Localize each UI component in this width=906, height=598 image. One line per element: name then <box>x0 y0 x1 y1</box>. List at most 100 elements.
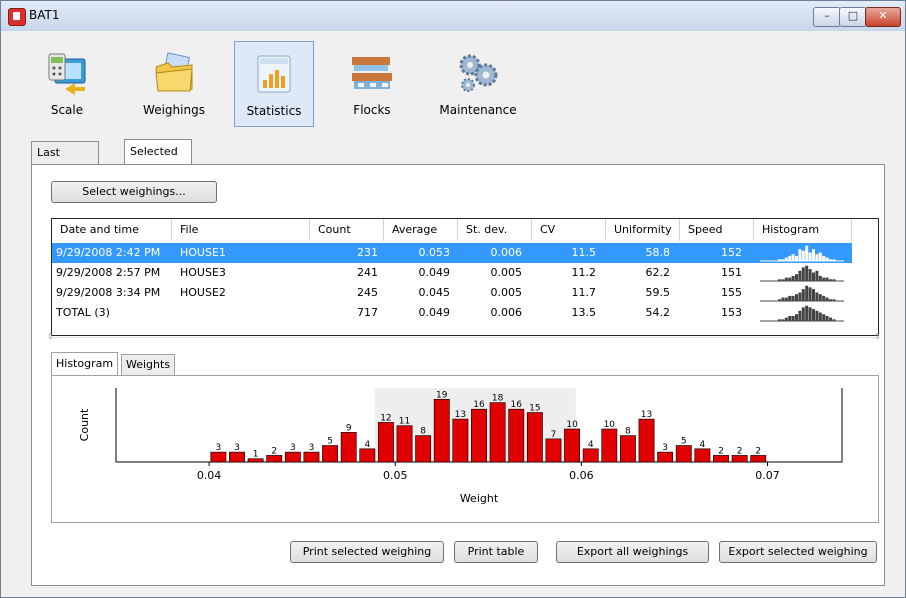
print-table-button[interactable]: Print table <box>454 541 538 563</box>
mini-histogram-bar <box>801 267 805 281</box>
mini-histogram-bar <box>805 285 809 301</box>
splitter-handle[interactable]: ⇕ ⇕ <box>47 332 881 346</box>
maximize-button[interactable]: □ <box>839 7 867 27</box>
mini-histogram-bar <box>829 259 832 261</box>
histogram-bar <box>322 445 339 463</box>
cell-speed: 153 <box>721 306 742 319</box>
bar-value-label: 3 <box>216 443 222 453</box>
flocks-barn-icon <box>352 57 392 89</box>
minimize-button[interactable]: – <box>813 7 841 27</box>
mini-histogram-bar <box>784 277 788 281</box>
x-tick-label: 0.07 <box>755 469 780 482</box>
histogram-bar <box>396 425 413 463</box>
mini-histogram-bar <box>795 294 798 301</box>
tab-selected-weighings[interactable]: Selected weighings <box>124 139 192 182</box>
toolbar-label-statistics: Statistics <box>246 104 302 118</box>
column-header-speed[interactable]: Speed <box>680 219 754 241</box>
table-row[interactable]: 9/29/2008 3:34 PM HOUSE2 245 0.045 0.005 11.7… <box>52 283 852 303</box>
mini-histogram-bar <box>788 255 792 261</box>
toolbar-weighings-button[interactable]: Weighings <box>137 41 211 125</box>
mini-histogram-bar <box>822 277 826 281</box>
mini-histogram-bar <box>805 305 809 321</box>
mini-histogram-bar <box>815 270 819 281</box>
export-all-weighings-button[interactable]: Export all weighings <box>556 541 709 563</box>
mini-histogram-bar <box>822 295 826 301</box>
column-header-file[interactable]: File <box>172 219 310 241</box>
column-header-cv[interactable]: CV <box>532 219 606 241</box>
toolbar-scale-button[interactable]: Scale <box>39 41 95 125</box>
tab-histogram[interactable]: Histogram <box>51 352 119 375</box>
cell-date: 9/29/2008 2:42 PM <box>56 246 161 259</box>
column-header-count[interactable]: Count <box>310 219 384 241</box>
histogram-bar <box>545 438 562 463</box>
cell-count: 231 <box>357 246 378 259</box>
table-row[interactable]: 9/29/2008 2:42 PM HOUSE1 231 0.053 0.006 11.5… <box>52 243 852 263</box>
title-bar[interactable]: BAT1 – □ ✕ <box>1 1 905 31</box>
column-header-stdev[interactable]: St. dev. <box>458 219 532 241</box>
cell-stdev: 0.006 <box>490 246 523 259</box>
bar-value-label: 16 <box>511 400 523 410</box>
toolbar-maintenance-button[interactable]: Maintenance <box>437 41 519 125</box>
cell-cv: 11.2 <box>571 266 597 279</box>
column-header-date[interactable]: Date and time <box>52 219 172 241</box>
column-header-uniformity[interactable]: Uniformity <box>606 219 680 241</box>
toolbar-label-scale: Scale <box>50 103 84 117</box>
mini-histogram-bar <box>791 295 795 301</box>
select-weighings-button[interactable]: Select weighings... <box>51 181 217 203</box>
bar-value-label: 19 <box>436 390 448 400</box>
cell-date: 9/29/2008 3:34 PM <box>56 286 161 299</box>
bar-value-label: 1 <box>253 450 259 460</box>
weighings-folder-icon <box>155 52 193 92</box>
mini-histogram-bar <box>784 317 788 321</box>
histogram-bar <box>489 402 506 463</box>
bar-value-label: 3 <box>662 443 668 453</box>
cell-date: TOTAL (3) <box>56 306 110 319</box>
mini-histogram-bar <box>808 307 812 321</box>
print-selected-weighing-button[interactable]: Print selected weighing <box>290 541 444 563</box>
mini-histogram-bar <box>788 315 792 321</box>
mini-histogram-bar <box>815 310 819 321</box>
mini-histogram-bar <box>829 279 832 281</box>
cell-cv: 13.5 <box>571 306 597 319</box>
mini-histogram-bar <box>825 315 829 321</box>
mini-histogram-bar <box>805 265 809 281</box>
histogram-bar <box>433 398 450 463</box>
table-row[interactable]: TOTAL (3) 717 0.049 0.006 13.5 54.2 153 <box>52 303 852 323</box>
cell-speed: 155 <box>721 286 742 299</box>
mini-histogram <box>760 285 844 302</box>
bar-value-label: 9 <box>346 423 352 433</box>
tab-last-weighings[interactable]: Last weighings <box>31 141 99 181</box>
table-row[interactable]: 9/29/2008 2:57 PM HOUSE3 241 0.049 0.005 11.2… <box>52 263 852 283</box>
mini-histogram-bar <box>825 257 829 261</box>
close-button[interactable]: ✕ <box>865 7 901 27</box>
mini-histogram-bar <box>798 310 802 321</box>
toolbar-label-flocks: Flocks <box>353 103 391 117</box>
histogram-bar <box>359 448 376 463</box>
bar-value-label: 3 <box>234 443 240 453</box>
histogram-bar <box>582 448 599 463</box>
cell-average: 0.053 <box>418 246 451 259</box>
toolbar-flocks-button[interactable]: Flocks <box>343 41 401 125</box>
toolbar-statistics-button[interactable]: Statistics <box>234 41 314 127</box>
x-axis-label: Weight <box>460 492 499 505</box>
mini-histogram-bar <box>801 250 805 261</box>
bar-value-label: 13 <box>641 410 652 420</box>
histogram-bar <box>638 418 655 463</box>
mini-histogram-bar <box>808 252 812 261</box>
column-header-histogram[interactable]: Histogram <box>754 219 852 241</box>
histogram-bar <box>229 451 245 463</box>
mini-histogram-bar <box>822 314 826 321</box>
histogram-bar <box>508 408 525 463</box>
statistics-icon <box>257 55 291 93</box>
maximize-icon: □ <box>847 9 859 22</box>
cell-file: HOUSE2 <box>180 286 226 299</box>
histogram-bar <box>452 418 469 463</box>
mini-histogram-bar <box>815 292 819 301</box>
bar-value-label: 3 <box>309 443 315 453</box>
bar-value-label: 4 <box>588 440 594 450</box>
mini-histogram-bar <box>818 294 822 301</box>
tab-weights[interactable]: Weights <box>121 354 176 375</box>
column-header-average[interactable]: Average <box>384 219 458 241</box>
export-selected-weighing-button[interactable]: Export selected weighing <box>719 541 877 563</box>
mini-histogram-bar <box>832 259 836 261</box>
